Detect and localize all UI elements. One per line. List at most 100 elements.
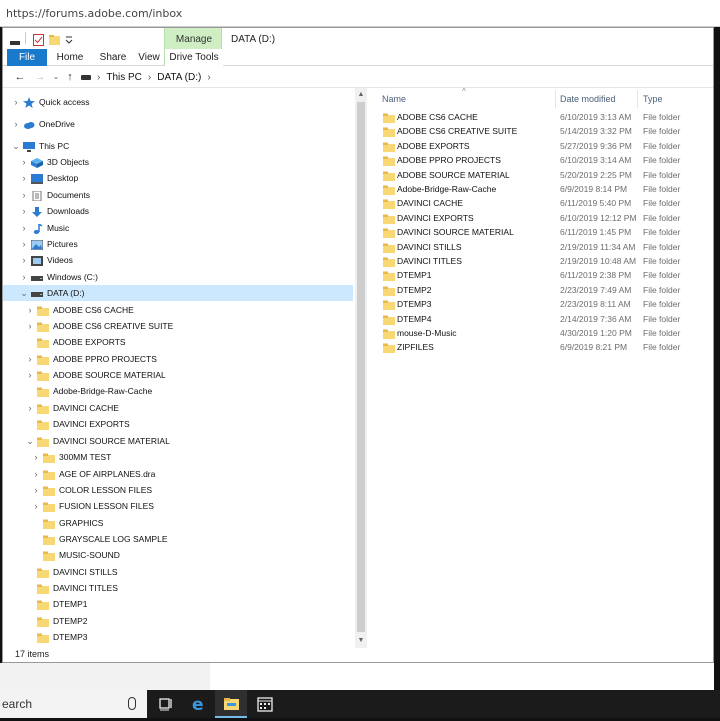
chevron-right-icon[interactable]: ›	[25, 318, 35, 334]
forward-arrow-icon[interactable]: →	[33, 69, 47, 85]
nav-item[interactable]: › ADOBE CS6 CREATIVE SUITE	[3, 318, 353, 334]
chevron-right-icon[interactable]: ›	[207, 72, 210, 83]
chevron-right-icon[interactable]: ›	[19, 203, 29, 219]
nav-item[interactable]: › ADOBE PPRO PROJECTS	[3, 351, 353, 367]
scroll-up-icon[interactable]: ▲	[355, 89, 367, 101]
new-folder-icon[interactable]	[49, 34, 60, 46]
chevron-right-icon[interactable]: ›	[19, 236, 29, 252]
file-row[interactable]: Adobe-Bridge-Raw-Cache 6/9/2019 8:14 PM Fi…	[369, 182, 713, 196]
nav-item[interactable]: › Windows (C:)	[3, 269, 353, 285]
browser-address-bar[interactable]: https://forums.adobe.com/inbox	[0, 0, 720, 27]
file-row[interactable]: DAVINCI EXPORTS 6/10/2019 12:12 PM File fo…	[369, 211, 713, 225]
file-row[interactable]: ZIPFILES 6/9/2019 8:21 PM File folder	[369, 340, 713, 354]
tab-drive-tools[interactable]: Drive Tools	[165, 49, 223, 66]
chevron-right-icon[interactable]: ›	[19, 269, 29, 285]
breadcrumb-this-pc[interactable]: This PC	[106, 72, 142, 83]
column-divider[interactable]	[637, 90, 638, 108]
file-row[interactable]: DTEMP4 2/14/2019 7:36 AM File folder	[369, 312, 713, 326]
tab-file[interactable]: File	[7, 49, 47, 66]
chevron-right-icon[interactable]: ›	[19, 187, 29, 203]
breadcrumb-data-d[interactable]: DATA (D:)	[157, 72, 201, 83]
nav-item[interactable]: › Pictures	[3, 236, 353, 252]
file-row[interactable]: DAVINCI STILLS 2/19/2019 11:34 AM File fol…	[369, 240, 713, 254]
chevron-right-icon[interactable]: ›	[148, 72, 151, 83]
chevron-down-icon[interactable]: ⌄	[19, 285, 29, 301]
nav-item[interactable]: › Music	[3, 220, 353, 236]
tab-view[interactable]: View	[133, 49, 165, 66]
nav-scrollbar[interactable]: ▲ ▼	[355, 88, 367, 648]
file-row[interactable]: DAVINCI CACHE 6/11/2019 5:40 PM File folde…	[369, 196, 713, 210]
task-view-icon[interactable]	[150, 690, 182, 718]
nav-item[interactable]: DTEMP2	[3, 613, 353, 629]
calendar-icon[interactable]	[249, 690, 281, 718]
nav-item[interactable]: › Documents	[3, 187, 353, 203]
nav-item[interactable]: ⌄ DAVINCI SOURCE MATERIAL	[3, 433, 353, 449]
column-type[interactable]: Type	[643, 94, 663, 104]
customize-qa-icon[interactable]	[65, 34, 73, 46]
nav-item[interactable]: › DAVINCI CACHE	[3, 400, 353, 416]
scrollbar-thumb[interactable]	[357, 102, 365, 632]
chevron-right-icon[interactable]: ›	[11, 116, 21, 132]
file-row[interactable]: ADOBE CS6 CACHE 6/10/2019 3:13 AM File fol…	[369, 110, 713, 124]
column-date-modified[interactable]: Date modified	[560, 94, 616, 104]
nav-item[interactable]: › FUSION LESSON FILES	[3, 498, 353, 514]
nav-item[interactable]: › OneDrive	[3, 116, 353, 132]
nav-item[interactable]: › Downloads	[3, 203, 353, 219]
nav-item[interactable]: DAVINCI TITLES	[3, 580, 353, 596]
chevron-right-icon[interactable]: ›	[97, 72, 100, 83]
nav-item[interactable]: Adobe-Bridge-Raw-Cache	[3, 383, 353, 399]
nav-item[interactable]: › ADOBE CS6 CACHE	[3, 302, 353, 318]
nav-item[interactable]: MUSIC-SOUND	[3, 547, 353, 563]
nav-item[interactable]: ⌄ DATA (D:)	[3, 285, 353, 301]
file-explorer-icon[interactable]	[215, 690, 247, 718]
tab-share[interactable]: Share	[93, 49, 133, 66]
chevron-down-icon[interactable]: ⌄	[25, 433, 35, 449]
column-divider[interactable]	[555, 90, 556, 108]
file-row[interactable]: ADOBE SOURCE MATERIAL 5/20/2019 2:25 PM Fi…	[369, 168, 713, 182]
taskbar-search-box[interactable]: earch	[0, 690, 147, 718]
nav-item[interactable]: DTEMP1	[3, 596, 353, 612]
file-row[interactable]: ADOBE EXPORTS 5/27/2019 9:36 PM File folde…	[369, 139, 713, 153]
drive-icon[interactable]	[9, 36, 21, 48]
column-name[interactable]: Name	[382, 94, 406, 104]
file-row[interactable]: DTEMP2 2/23/2019 7:49 AM File folder	[369, 283, 713, 297]
file-row[interactable]: ADOBE CS6 CREATIVE SUITE 5/14/2019 3:32 P…	[369, 124, 713, 138]
file-row[interactable]: mouse-D-Music 4/30/2019 1:20 PM File folde…	[369, 326, 713, 340]
nav-item[interactable]: › 300MM TEST	[3, 449, 353, 465]
file-row[interactable]: DTEMP1 6/11/2019 2:38 PM File folder	[369, 268, 713, 282]
nav-item[interactable]: DAVINCI EXPORTS	[3, 416, 353, 432]
chevron-right-icon[interactable]: ›	[31, 498, 41, 514]
tab-home[interactable]: Home	[47, 49, 93, 66]
file-row[interactable]: DAVINCI TITLES 2/19/2019 10:48 AM File fol…	[369, 254, 713, 268]
chevron-right-icon[interactable]: ›	[25, 367, 35, 383]
back-arrow-icon[interactable]: ←	[13, 69, 27, 85]
chevron-right-icon[interactable]: ›	[25, 400, 35, 416]
nav-item[interactable]: › AGE OF AIRPLANES.dra	[3, 466, 353, 482]
nav-item[interactable]: DTEMP3	[3, 629, 353, 645]
chevron-right-icon[interactable]: ›	[25, 302, 35, 318]
nav-item[interactable]: › 3D Objects	[3, 154, 353, 170]
up-arrow-icon[interactable]: ↑	[63, 69, 77, 85]
chevron-right-icon[interactable]: ›	[19, 170, 29, 186]
chevron-right-icon[interactable]: ›	[19, 220, 29, 236]
nav-item[interactable]: › Desktop	[3, 170, 353, 186]
breadcrumb[interactable]: › This PC › DATA (D:) ›	[81, 70, 211, 85]
chevron-right-icon[interactable]: ›	[11, 94, 21, 110]
chevron-right-icon[interactable]: ›	[31, 482, 41, 498]
manage-context-tab[interactable]: Manage Drive Tools	[164, 28, 223, 66]
chevron-down-icon[interactable]: ⌄	[11, 138, 21, 154]
nav-item[interactable]: › ADOBE SOURCE MATERIAL	[3, 367, 353, 383]
chevron-right-icon[interactable]: ›	[19, 154, 29, 170]
edge-browser-icon[interactable]: e	[183, 690, 215, 718]
chevron-right-icon[interactable]: ›	[31, 449, 41, 465]
nav-item[interactable]: GRAPHICS	[3, 515, 353, 531]
nav-item[interactable]: › COLOR LESSON FILES	[3, 482, 353, 498]
nav-item[interactable]: ⌄ This PC	[3, 138, 353, 154]
chevron-right-icon[interactable]: ›	[25, 351, 35, 367]
properties-icon[interactable]	[33, 34, 44, 46]
recent-locations-chevron-icon[interactable]: ⌄	[49, 69, 63, 85]
nav-item[interactable]: › Quick access	[3, 94, 353, 110]
microphone-icon[interactable]	[128, 697, 136, 710]
nav-item[interactable]: DAVINCI STILLS	[3, 564, 353, 580]
file-row[interactable]: DTEMP3 2/23/2019 8:11 AM File folder	[369, 297, 713, 311]
